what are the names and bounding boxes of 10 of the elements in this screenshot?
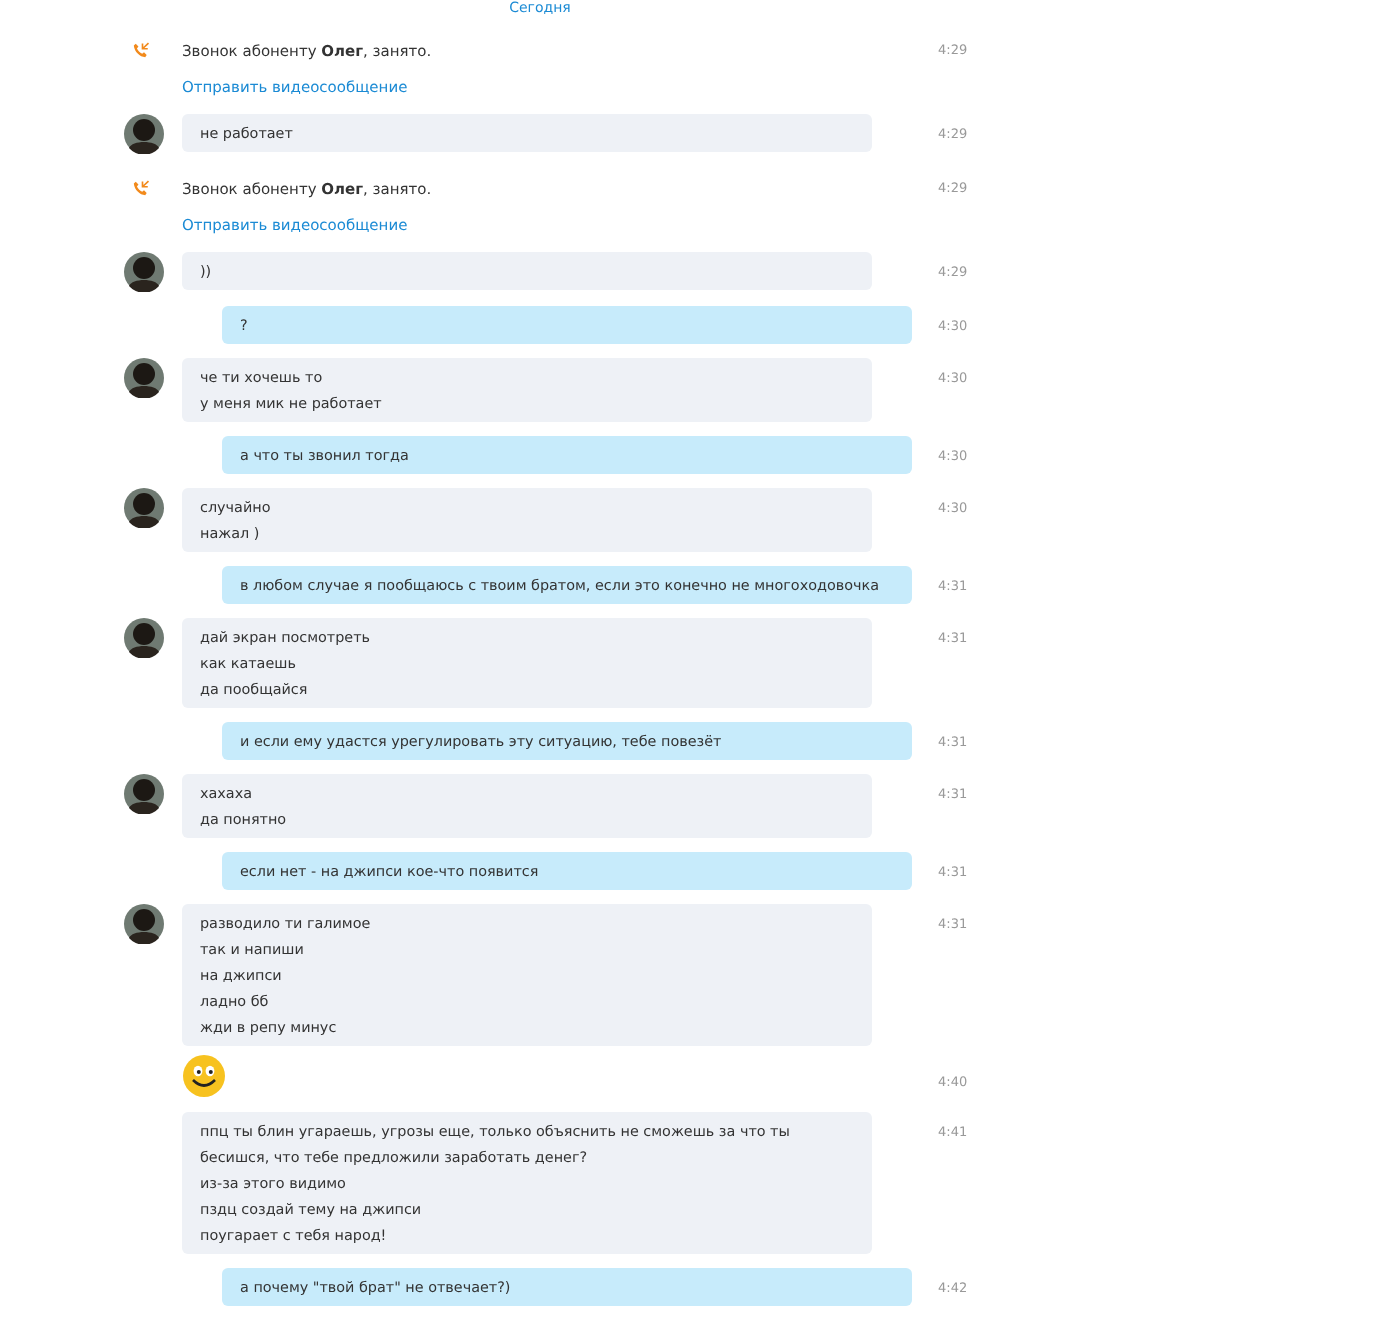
phone-icon bbox=[132, 42, 150, 60]
avatar[interactable] bbox=[124, 488, 164, 528]
avatar[interactable] bbox=[124, 904, 164, 944]
avatar[interactable] bbox=[124, 774, 164, 814]
smiley-icon bbox=[182, 1054, 226, 1098]
avatar[interactable] bbox=[124, 358, 164, 398]
phone-icon bbox=[132, 180, 150, 198]
avatar[interactable] bbox=[124, 252, 164, 292]
avatar[interactable] bbox=[124, 618, 164, 658]
avatar[interactable] bbox=[124, 114, 164, 154]
